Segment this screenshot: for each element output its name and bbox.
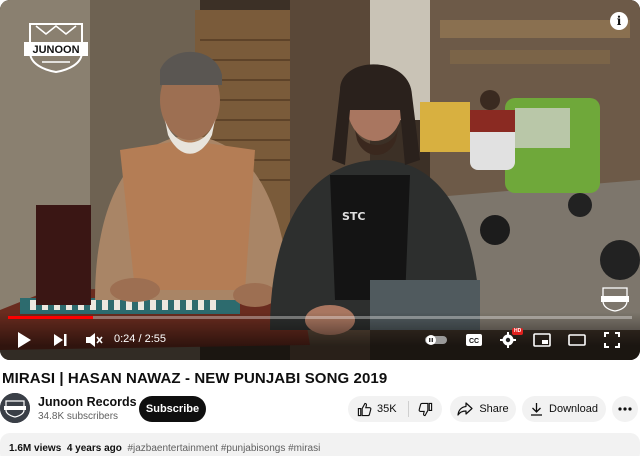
- more-icon: [618, 407, 632, 411]
- video-frame: STC: [0, 0, 640, 360]
- svg-text:JUNOON: JUNOON: [32, 44, 79, 56]
- svg-text:CC: CC: [469, 338, 479, 345]
- video-title: MIRASI | HASAN NAWAZ - NEW PUNJABI SONG …: [2, 370, 388, 387]
- next-icon: [54, 334, 67, 346]
- hashtags[interactable]: #jazbaentertainment #punjabisongs #miras…: [127, 443, 320, 454]
- hd-badge: HD: [512, 328, 524, 335]
- view-count: 1.6M views: [9, 443, 62, 454]
- captions-button[interactable]: CC: [464, 330, 484, 350]
- theater-mode-button[interactable]: [567, 330, 587, 350]
- captions-icon: CC: [466, 334, 482, 346]
- share-icon: [457, 402, 473, 416]
- channel-watermark-logo: JUNOON: [24, 23, 88, 74]
- download-icon: [531, 403, 543, 416]
- info-icon[interactable]: i: [610, 12, 628, 30]
- fullscreen-button[interactable]: [602, 330, 622, 350]
- theater-icon: [568, 334, 586, 346]
- miniplayer-icon: [533, 333, 551, 347]
- corner-channel-logo: [601, 287, 629, 312]
- mute-button[interactable]: [84, 330, 104, 350]
- svg-text:STC: STC: [342, 210, 366, 223]
- share-button[interactable]: Share: [450, 396, 516, 422]
- next-button[interactable]: [50, 330, 70, 350]
- autoplay-toggle[interactable]: [423, 330, 449, 350]
- time-separator: /: [135, 333, 145, 345]
- description-meta: 1.6M views 4 years ago #jazbaentertainme…: [9, 443, 320, 454]
- play-icon: [18, 332, 31, 348]
- like-dislike-group: 35K: [348, 396, 442, 422]
- progress-bar[interactable]: [8, 316, 632, 319]
- description-box[interactable]: 1.6M views 4 years ago #jazbaentertainme…: [0, 433, 640, 456]
- more-actions-button[interactable]: [612, 396, 638, 422]
- thumbs-down-icon: [418, 402, 433, 416]
- fullscreen-icon: [604, 332, 620, 348]
- mute-icon: [86, 333, 103, 347]
- miniplayer-button[interactable]: [532, 330, 552, 350]
- upload-age: 4 years ago: [66, 443, 122, 454]
- like-count: 35K: [377, 403, 397, 415]
- subscriber-count: 34.8K subscribers: [38, 411, 119, 422]
- channel-name[interactable]: Junoon Records: [38, 395, 137, 409]
- video-player[interactable]: STC JUNOON i 0:24 / 2:55 CC HD: [0, 0, 640, 360]
- channel-avatar-logo: [0, 393, 30, 423]
- subscribe-button[interactable]: Subscribe: [139, 396, 206, 422]
- duration: 2:55: [144, 333, 167, 345]
- progress-played: [8, 316, 94, 319]
- like-button[interactable]: 35K: [348, 396, 408, 422]
- channel-avatar[interactable]: [0, 393, 30, 423]
- current-time: 0:24: [114, 333, 136, 345]
- download-label: Download: [549, 403, 598, 415]
- time-display: 0:24 / 2:55: [114, 333, 166, 345]
- share-label: Share: [479, 403, 509, 415]
- dislike-button[interactable]: [409, 396, 442, 422]
- thumbs-up-icon: [357, 402, 372, 416]
- download-button[interactable]: Download: [522, 396, 606, 422]
- player-controls: 0:24 / 2:55 CC HD: [0, 312, 640, 360]
- play-button[interactable]: [14, 330, 34, 350]
- autoplay-toggle-icon: [425, 335, 447, 345]
